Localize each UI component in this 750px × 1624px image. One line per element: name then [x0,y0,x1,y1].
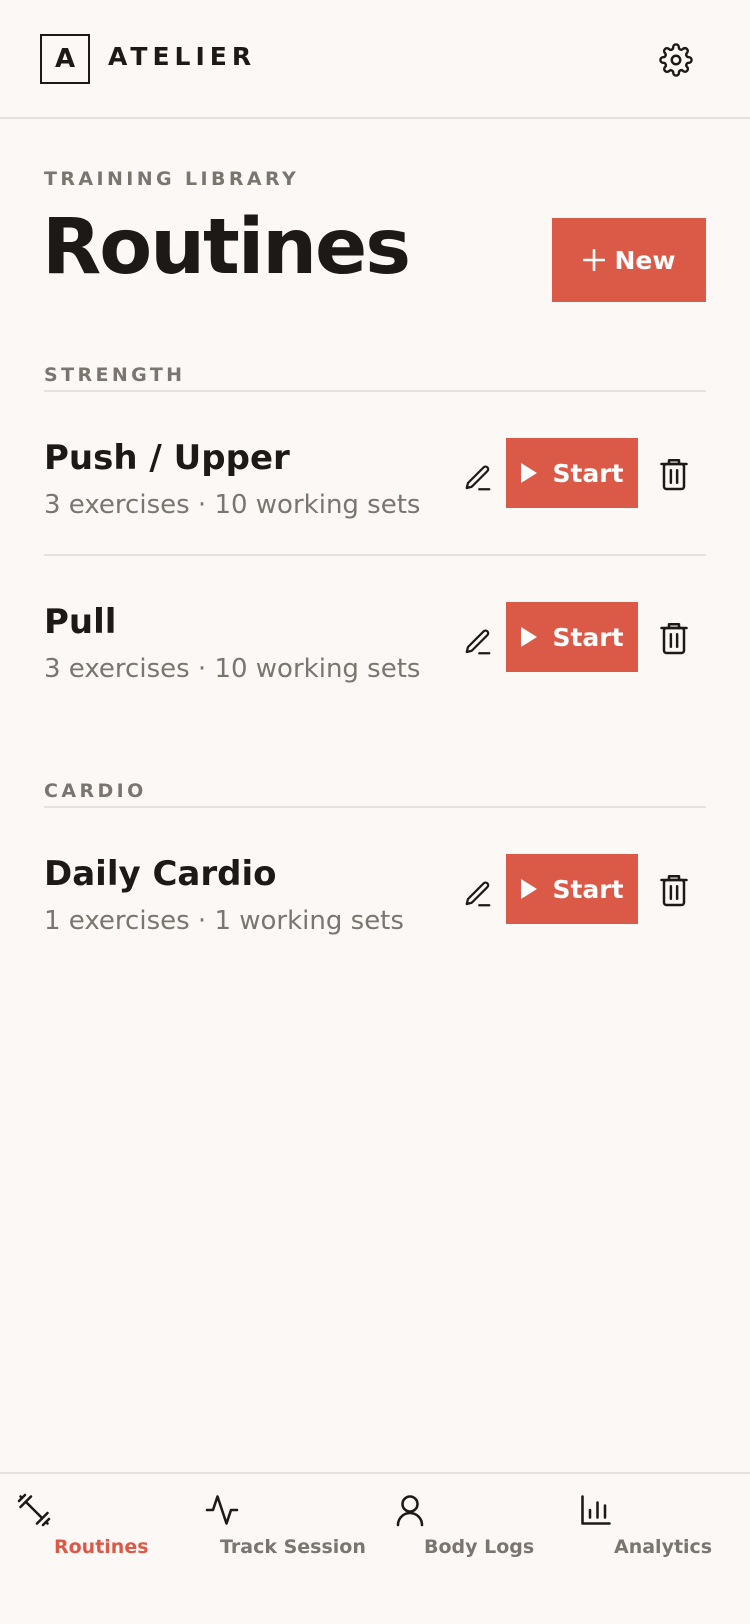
nav-label: Track Session [220,1536,366,1558]
edit-routine-button[interactable] [458,622,498,662]
user-icon [390,1490,430,1530]
trash-icon [660,623,688,655]
routine-name: Daily Cardio [44,854,277,894]
trash-icon [660,875,688,907]
delete-routine-button[interactable] [654,868,694,912]
routine-item-daily-cardio: Daily Cardio 1 exercises · 1 working set… [44,854,706,974]
routine-divider [44,554,706,556]
edit-routine-button[interactable] [458,874,498,914]
plus-icon [582,249,605,271]
routine-meta: 1 exercises · 1 working sets [44,906,404,936]
nav-label: Body Logs [424,1536,535,1558]
logo-letter: A [54,44,76,74]
start-button-label: Start [552,622,624,652]
activity-icon [202,1490,242,1530]
play-icon [521,463,538,483]
routine-name: Pull [44,602,117,642]
routine-meta: 3 exercises · 10 working sets [44,490,421,520]
bottom-nav: Routines Track Session Body Logs Analyti… [0,1472,750,1624]
delete-routine-button[interactable] [654,616,694,660]
pencil-icon [465,881,491,907]
trash-icon [660,459,688,491]
start-button-label: Start [552,874,624,904]
section-label-cardio: CARDIO [44,780,147,802]
play-icon [521,879,538,899]
dumbbell-icon [14,1490,54,1530]
routine-item-push-upper: Push / Upper 3 exercises · 10 working se… [44,438,706,558]
gear-icon [659,43,693,77]
start-button-label: Start [552,458,624,488]
routine-item-pull: Pull 3 exercises · 10 working sets Start [44,602,706,722]
page-title: Routines [42,203,411,292]
nav-label: Analytics [614,1536,713,1558]
play-icon [521,627,538,647]
new-routine-button[interactable]: New [552,218,706,302]
start-routine-button[interactable]: Start [506,602,638,672]
routine-meta: 3 exercises · 10 working sets [44,654,421,684]
pencil-icon [465,629,491,655]
start-routine-button[interactable]: Start [506,854,638,924]
settings-button[interactable] [656,40,696,80]
edit-routine-button[interactable] [458,458,498,498]
app-header: A ATELIER [0,0,750,119]
pencil-icon [465,465,491,491]
section-label-strength: STRENGTH [44,364,186,386]
new-button-label: New [614,245,676,275]
delete-routine-button[interactable] [654,452,694,496]
nav-label: Routines [54,1536,149,1558]
logo-mark: A [40,34,90,84]
section-divider [44,390,706,392]
page-eyebrow: TRAINING LIBRARY [44,168,300,190]
section-divider [44,806,706,808]
app-name: ATELIER [108,42,257,71]
start-routine-button[interactable]: Start [506,438,638,508]
bar-chart-icon [576,1490,616,1530]
routine-name: Push / Upper [44,438,290,478]
